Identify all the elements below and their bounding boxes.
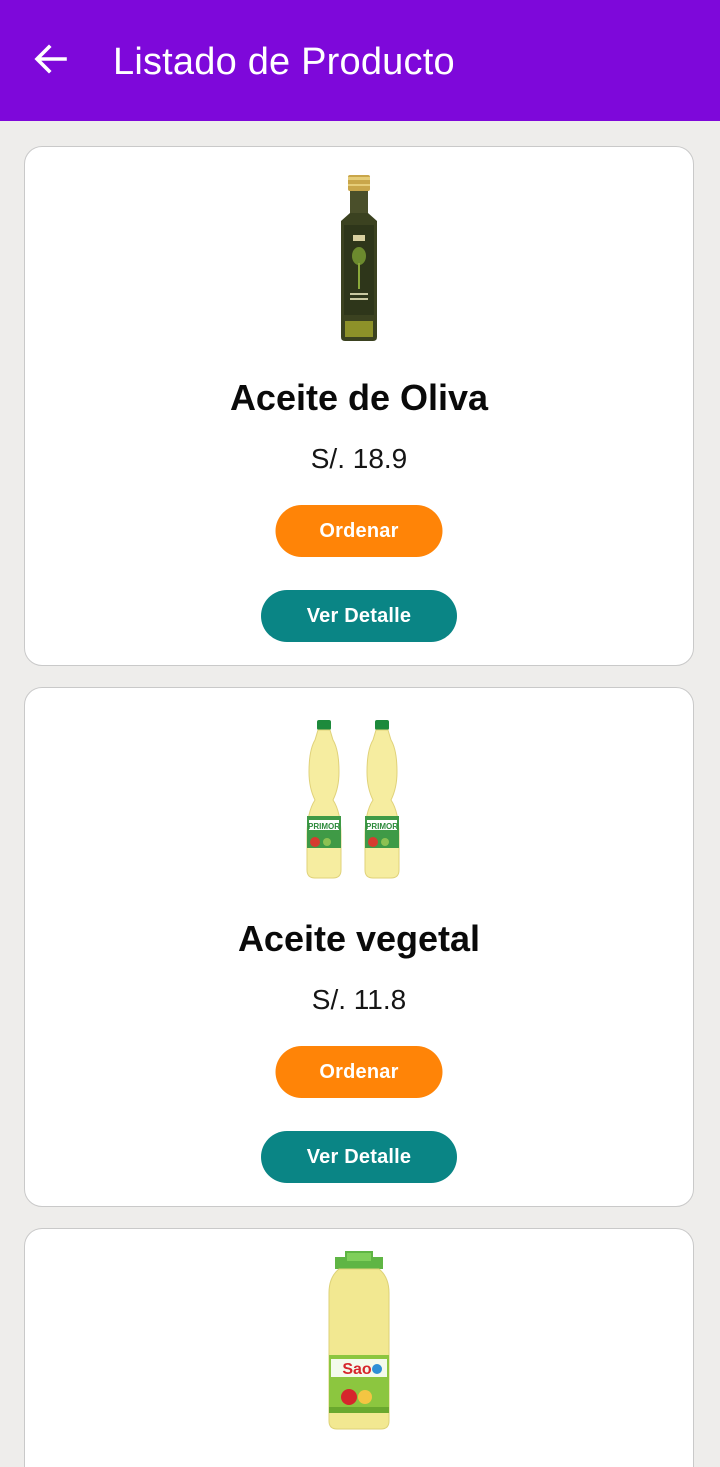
primor-label: PRIMOR (308, 822, 340, 831)
product-name: Aceite vegetal (237, 918, 481, 959)
olive-oil-bottle-image (341, 175, 377, 341)
product-price: S/. 18.9 (310, 443, 408, 474)
back-button[interactable] (22, 30, 82, 90)
app-bar: Listado de Producto (0, 0, 720, 121)
sao-oil-bottle-image: Sao (328, 1251, 390, 1430)
vegetable-oil-bottles-image: PRIMOR PRIMOR (306, 720, 400, 879)
page-title: Listado de Producto (113, 41, 455, 83)
view-detail-button[interactable]: Ver Detalle (261, 590, 457, 642)
order-button[interactable]: Ordenar (275, 1046, 443, 1098)
primor-label: PRIMOR (366, 822, 398, 831)
product-name: Aceite de Oliva (229, 377, 489, 418)
view-detail-button[interactable]: Ver Detalle (261, 1131, 457, 1183)
product-price: S/. 11.8 (311, 984, 407, 1015)
product-card: Sao (24, 1228, 694, 1467)
sao-label: Sao (342, 1361, 372, 1378)
arrow-left-icon (34, 44, 67, 74)
product-card: Aceite de Oliva S/. 18.9 Ordenar Ver Det… (24, 146, 694, 666)
product-card: PRIMOR PRIMOR Aceite vegetal S/. 11.8 Or… (24, 687, 694, 1207)
order-button[interactable]: Ordenar (275, 505, 443, 557)
